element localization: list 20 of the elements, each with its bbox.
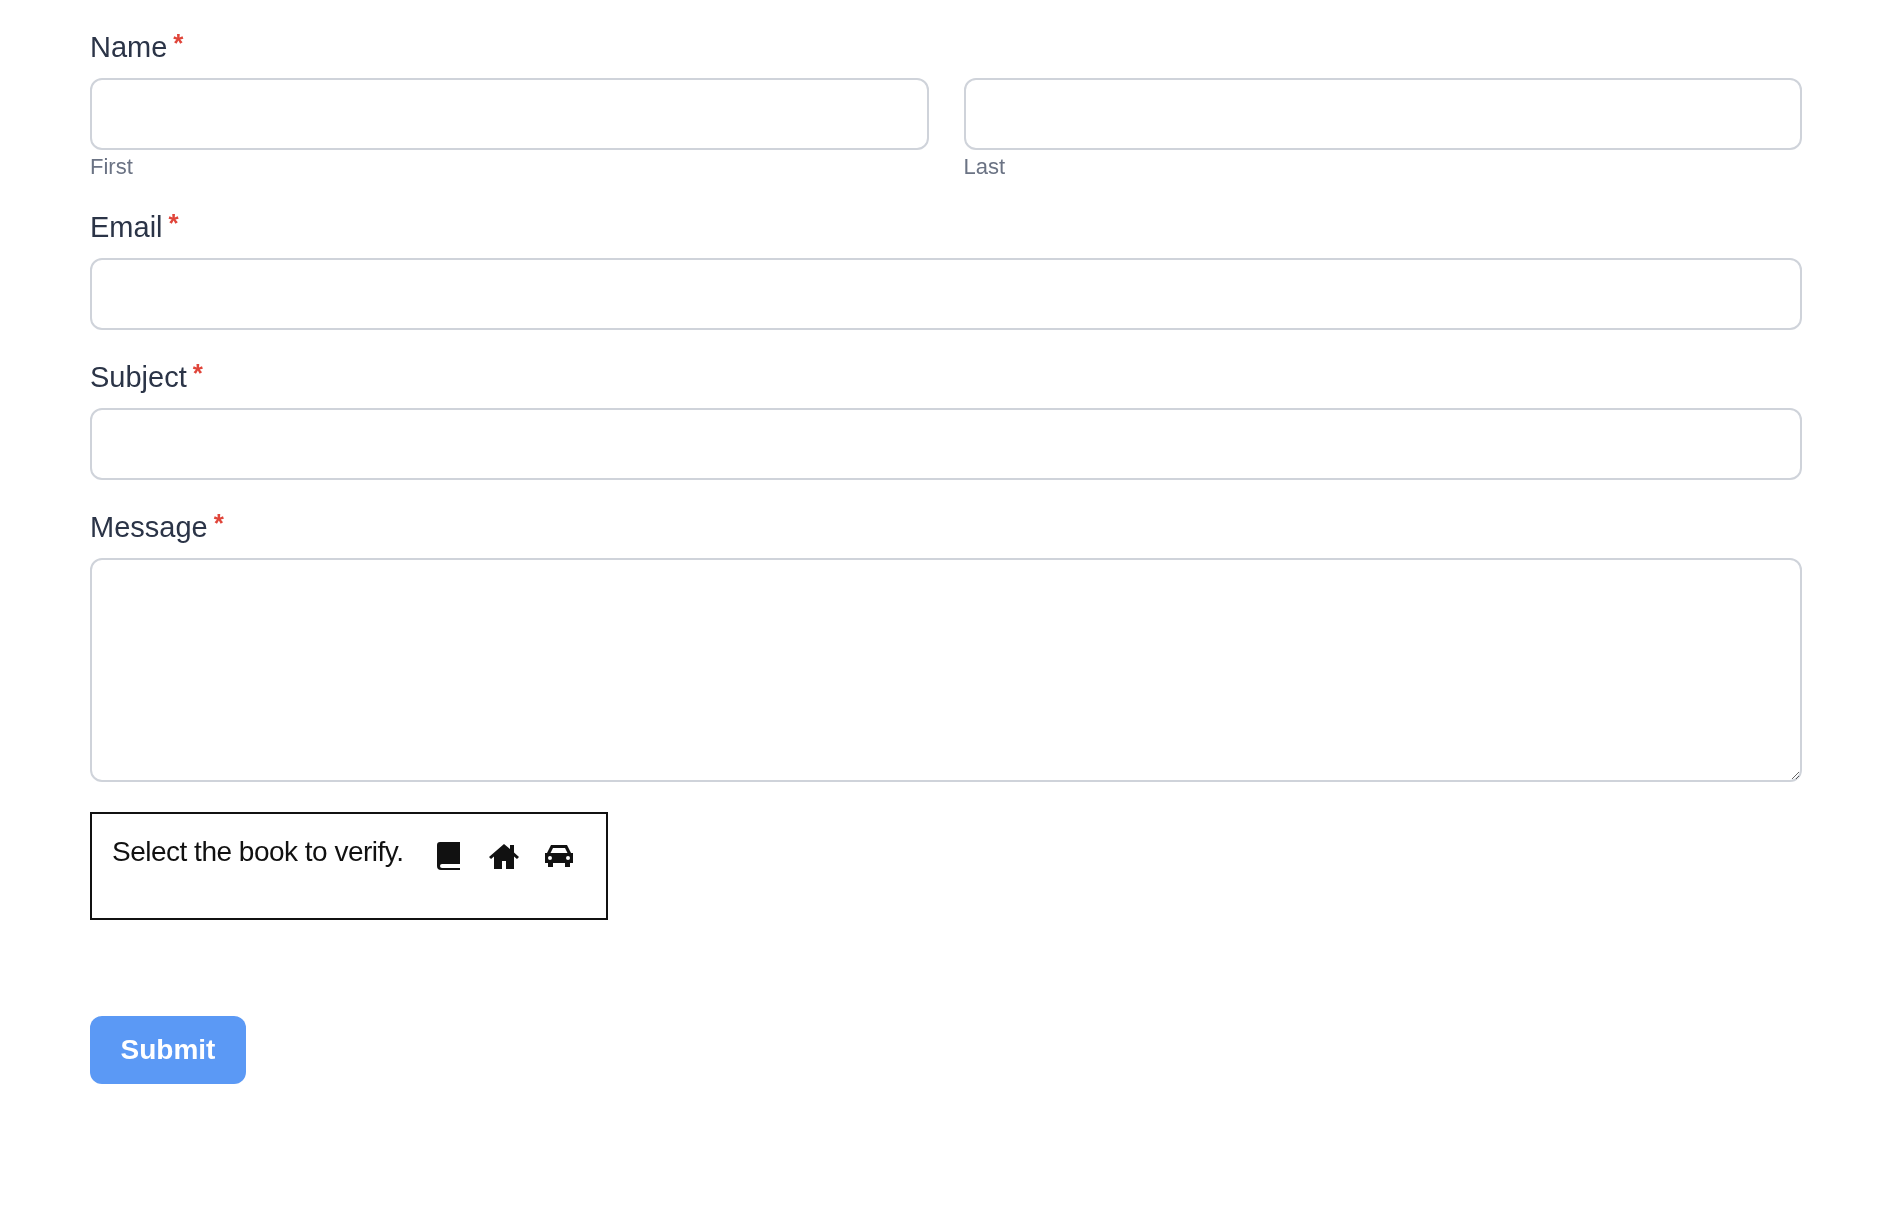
input-field[interactable] xyxy=(90,408,1802,480)
input-field[interactable] xyxy=(963,78,1802,150)
car-icon[interactable] xyxy=(542,843,575,869)
field-hint: Last xyxy=(963,154,1007,180)
input-field[interactable] xyxy=(90,78,929,150)
required-mark: * xyxy=(213,510,224,536)
book-icon[interactable] xyxy=(435,841,462,871)
submit-button[interactable]: Submit xyxy=(90,1016,246,1084)
input-field[interactable] xyxy=(90,258,1802,330)
house-icon[interactable] xyxy=(487,842,520,870)
required-mark: * xyxy=(173,30,184,56)
field-label: Message xyxy=(90,510,208,544)
field-label: Email xyxy=(90,210,163,244)
field-label: Subject xyxy=(90,360,187,394)
captcha-prompt: Select the book to verify. xyxy=(112,836,404,868)
required-mark: * xyxy=(192,360,203,386)
field-label: Name xyxy=(90,30,168,64)
message-field[interactable] xyxy=(90,558,1802,782)
required-mark: * xyxy=(168,210,179,236)
field-hint: First xyxy=(90,154,134,180)
